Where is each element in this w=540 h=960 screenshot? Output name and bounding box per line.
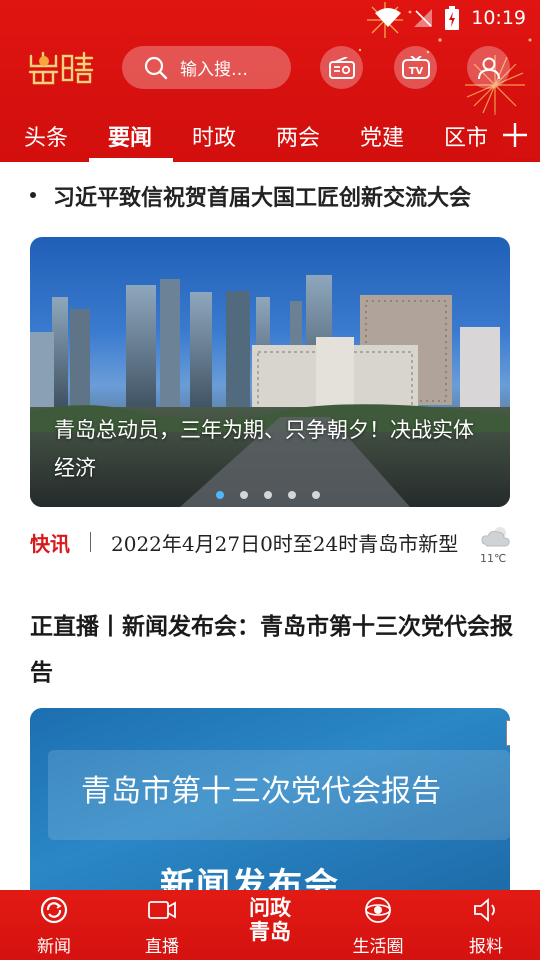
carousel-dot[interactable] bbox=[240, 491, 248, 499]
nav-live[interactable]: 直播 bbox=[117, 890, 207, 960]
news-icon bbox=[40, 896, 68, 924]
tab-districts[interactable]: 区市 bbox=[444, 120, 488, 152]
app-logo[interactable] bbox=[28, 50, 94, 86]
life-circle-icon bbox=[365, 897, 391, 923]
flash-news-bar[interactable]: 快讯 2022年4月27日0时至24时青岛市新型 11℃ bbox=[30, 522, 540, 566]
battery-icon bbox=[445, 6, 460, 30]
nav-news[interactable]: 新闻 bbox=[9, 890, 99, 960]
svg-text:TV: TV bbox=[408, 66, 423, 77]
nav-life-circle[interactable]: 生活圈 bbox=[333, 890, 423, 960]
article-image[interactable]: 青岛市第十三次党代会报告 新闻发布会 bbox=[30, 708, 510, 898]
search-bar[interactable]: 输入搜… bbox=[122, 46, 291, 89]
tv-icon: TV bbox=[401, 55, 430, 79]
plus-icon bbox=[503, 123, 527, 147]
carousel-caption: 青岛总动员，三年为期、只争朝夕！决战实体经济 bbox=[54, 418, 474, 480]
nav-ask-politics-qingdao[interactable]: 问政 青岛 bbox=[222, 896, 318, 956]
headline-text: 习近平致信祝贺首届大国工匠创新交流大会 bbox=[53, 185, 472, 211]
tv-button[interactable]: TV bbox=[394, 46, 437, 89]
tab-politics[interactable]: 时政 bbox=[192, 120, 236, 152]
user-icon bbox=[477, 57, 500, 79]
nav-label: 直播 bbox=[145, 937, 179, 957]
signal-icon bbox=[414, 9, 433, 27]
radio-button[interactable] bbox=[320, 46, 363, 89]
nav-center-line1: 问政 bbox=[249, 895, 291, 920]
tab-party-building[interactable]: 党建 bbox=[360, 120, 404, 152]
nav-report[interactable]: 报料 bbox=[441, 890, 531, 960]
nav-label: 报料 bbox=[469, 937, 503, 957]
carousel-dot[interactable] bbox=[216, 491, 224, 499]
top-headline[interactable]: 习近平致信祝贺首届大国工匠创新交流大会 bbox=[30, 180, 540, 216]
carousel-dot[interactable] bbox=[312, 491, 320, 499]
radio-icon bbox=[328, 56, 355, 79]
logo-icon bbox=[28, 51, 94, 85]
search-placeholder: 输入搜… bbox=[180, 60, 248, 80]
add-channel-button[interactable] bbox=[490, 112, 540, 158]
channel-tabs: 头条 要闻 时政 两会 党建 区市 bbox=[0, 112, 540, 162]
status-bar: 10:19 bbox=[0, 0, 540, 36]
weather-widget[interactable]: 11℃ bbox=[478, 522, 518, 566]
search-icon bbox=[144, 56, 168, 79]
carousel-pagination bbox=[216, 491, 320, 499]
status-time: 10:19 bbox=[471, 7, 526, 29]
tab-headlines[interactable]: 头条 bbox=[24, 120, 68, 152]
divider bbox=[90, 532, 91, 552]
tab-news[interactable]: 要闻 bbox=[108, 120, 152, 152]
tab-two-sessions[interactable]: 两会 bbox=[276, 120, 320, 152]
article-title[interactable]: 正直播丨新闻发布会：青岛市第十三次党代会报告 bbox=[30, 604, 520, 696]
flash-text: 2022年4月27日0时至24时青岛市新型 bbox=[111, 532, 459, 556]
bottom-navigation: 新闻 直播 问政 青岛 生活圈 报料 bbox=[0, 890, 540, 960]
featured-carousel[interactable]: 青岛总动员，三年为期、只争朝夕！决战实体经济 bbox=[30, 237, 510, 507]
carousel-dot[interactable] bbox=[264, 491, 272, 499]
nav-label: 生活圈 bbox=[352, 937, 404, 957]
wifi-icon bbox=[375, 8, 402, 27]
nav-label: 新闻 bbox=[37, 937, 71, 957]
report-icon bbox=[474, 898, 495, 922]
nav-center-line2: 青岛 bbox=[249, 919, 291, 944]
flash-label: 快讯 bbox=[30, 532, 70, 556]
image-title-text: 青岛市第十三次党代会报告 bbox=[81, 774, 441, 809]
image-edge-marker bbox=[506, 720, 510, 746]
weather-icon bbox=[481, 527, 510, 547]
video-icon bbox=[148, 901, 176, 919]
bullet-dot bbox=[30, 192, 36, 198]
weather-temperature: 11℃ bbox=[480, 552, 507, 565]
user-button[interactable] bbox=[467, 46, 510, 89]
carousel-dot[interactable] bbox=[288, 491, 296, 499]
app-header: 10:19 输入搜… TV 头条 要闻 时政 两会 党建 区市 bbox=[0, 0, 540, 162]
active-tab-indicator bbox=[89, 158, 173, 162]
